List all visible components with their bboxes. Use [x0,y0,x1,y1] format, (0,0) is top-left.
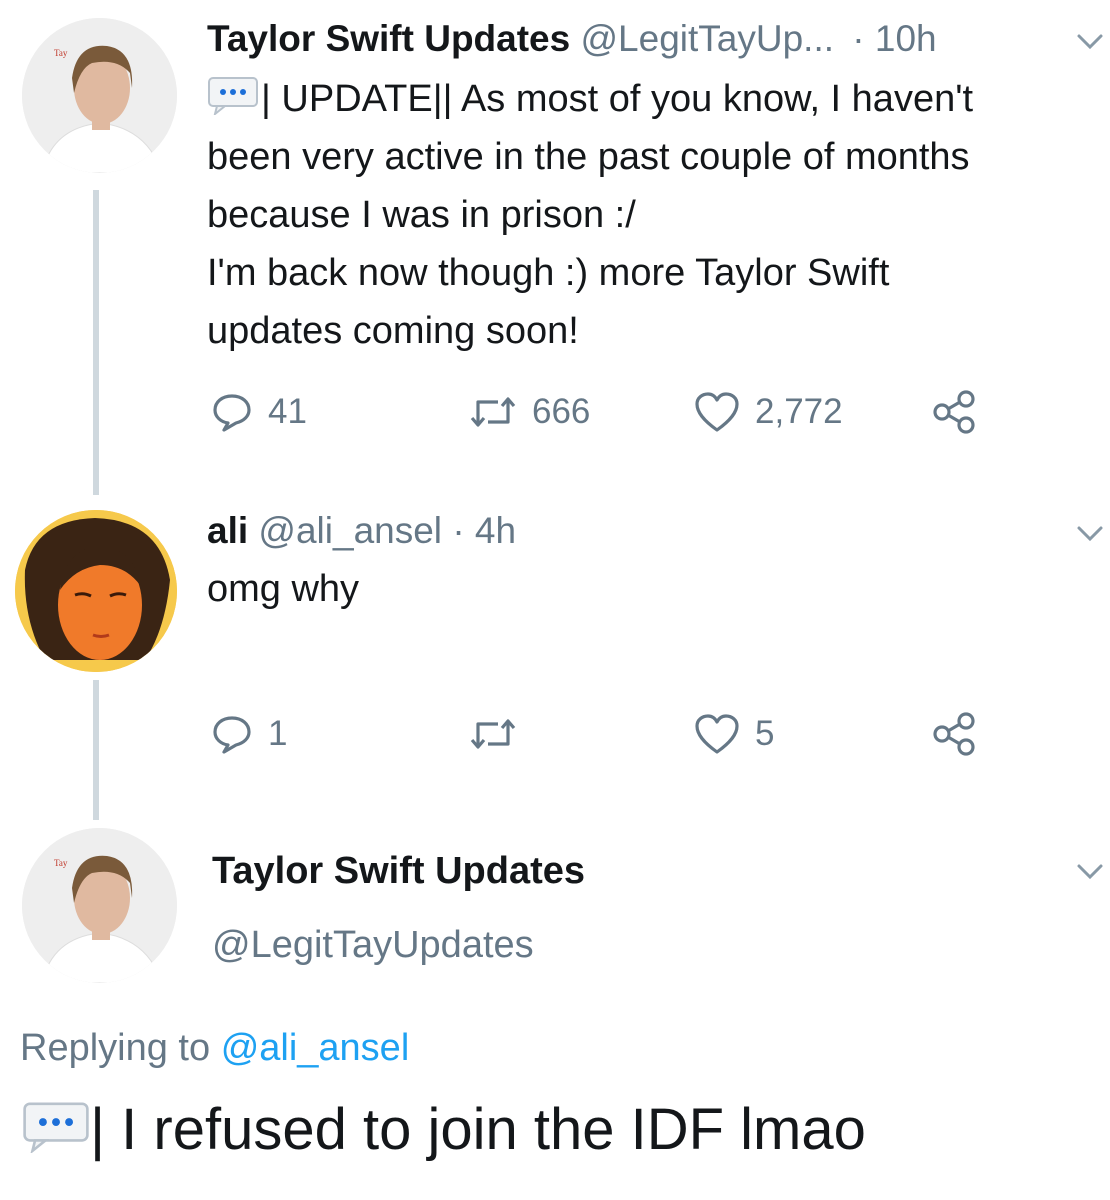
tweet2-retweet-button[interactable] [468,712,532,756]
tweet2-header: ali @ali_ansel · 4h [207,508,516,554]
chevron-down-icon[interactable] [1075,862,1105,882]
reply-icon [213,716,251,754]
chevron-down-icon[interactable] [1075,32,1105,52]
tweet3-author-name[interactable]: Taylor Swift Updates [212,848,585,894]
thread-line-1 [93,190,99,495]
avatar-taylor-updates-2[interactable]: Tay [22,828,177,983]
tweet2-share-button[interactable] [930,712,978,756]
tweet1-reply-button[interactable]: 41 [210,390,307,434]
avatar-taylor-updates-1[interactable]: Tay [22,18,177,173]
tweet3-author-handle[interactable]: @LegitTayUpdates [212,922,534,968]
share-icon [933,390,975,434]
tweet2-timestamp[interactable]: · 4h [452,510,516,551]
tweet3-text: | I refused to join the IDF lmao [90,1097,866,1162]
tweet1-like-count: 2,772 [755,392,843,431]
speech-balloon-icon [208,77,258,115]
tweet1-text-line-2: been very active in the past couple of m… [207,136,970,178]
tweet2-like-button[interactable]: 5 [693,712,774,756]
tweet2-reply-count: 1 [268,714,288,753]
tweet1-body: | UPDATE|| As most of you know, I haven'… [207,70,1102,360]
tweet1-retweet-button[interactable]: 666 [468,390,590,434]
svg-text:Tay: Tay [54,858,68,868]
avatar-ali[interactable] [15,510,177,672]
tweet1-text-line-5: updates coming soon! [207,310,579,352]
tweet2-author-handle[interactable]: @ali_ansel [258,510,442,551]
tweet2-author-name[interactable]: ali [207,510,248,551]
retweet-icon [470,719,516,749]
heart-icon [695,392,739,432]
tweet3-replying-to: Replying to @ali_ansel [20,1024,409,1072]
tweet2-body: omg why [207,568,360,610]
svg-text:Tay: Tay [54,48,68,58]
tweet1-share-button[interactable] [930,390,978,434]
tweet2-reply-button[interactable]: 1 [210,712,287,756]
avatar-photo-icon: Tay [22,828,177,983]
tweet1-text-line-3: because I was in prison :/ [207,194,636,236]
replying-to-handle-link[interactable]: @ali_ansel [221,1027,410,1069]
heart-icon [695,714,739,754]
share-icon [933,712,975,756]
avatar-photo-icon [15,510,177,672]
tweet1-header: Taylor Swift Updates @LegitTayUp... · 10… [207,16,937,62]
speech-balloon-icon [23,1102,89,1153]
reply-icon [213,394,251,432]
tweet1-retweet-count: 666 [532,392,591,431]
avatar-photo-icon: Tay [22,18,177,173]
tweet3-body: | I refused to join the IDF lmao [22,1092,866,1168]
retweet-icon [470,397,516,427]
tweet1-timestamp[interactable]: · 10h [852,18,936,59]
replying-to-label: Replying to [20,1027,211,1069]
tweet1-author-handle[interactable]: @LegitTayUp... [581,18,835,59]
tweet1-line-1: | UPDATE|| As most of you know, I haven'… [207,70,1102,128]
tweet1-text-line-1: | UPDATE|| As most of you know, I haven'… [261,78,974,120]
thread-line-2 [93,680,99,820]
tweet1-reply-count: 41 [268,392,307,431]
tweet1-text-line-4: I'm back now though :) more Taylor Swift [207,252,890,294]
tweet1-author-name[interactable]: Taylor Swift Updates [207,18,570,59]
tweet1-like-button[interactable]: 2,772 [693,390,843,434]
chevron-down-icon[interactable] [1075,524,1105,544]
tweet2-like-count: 5 [755,714,775,753]
